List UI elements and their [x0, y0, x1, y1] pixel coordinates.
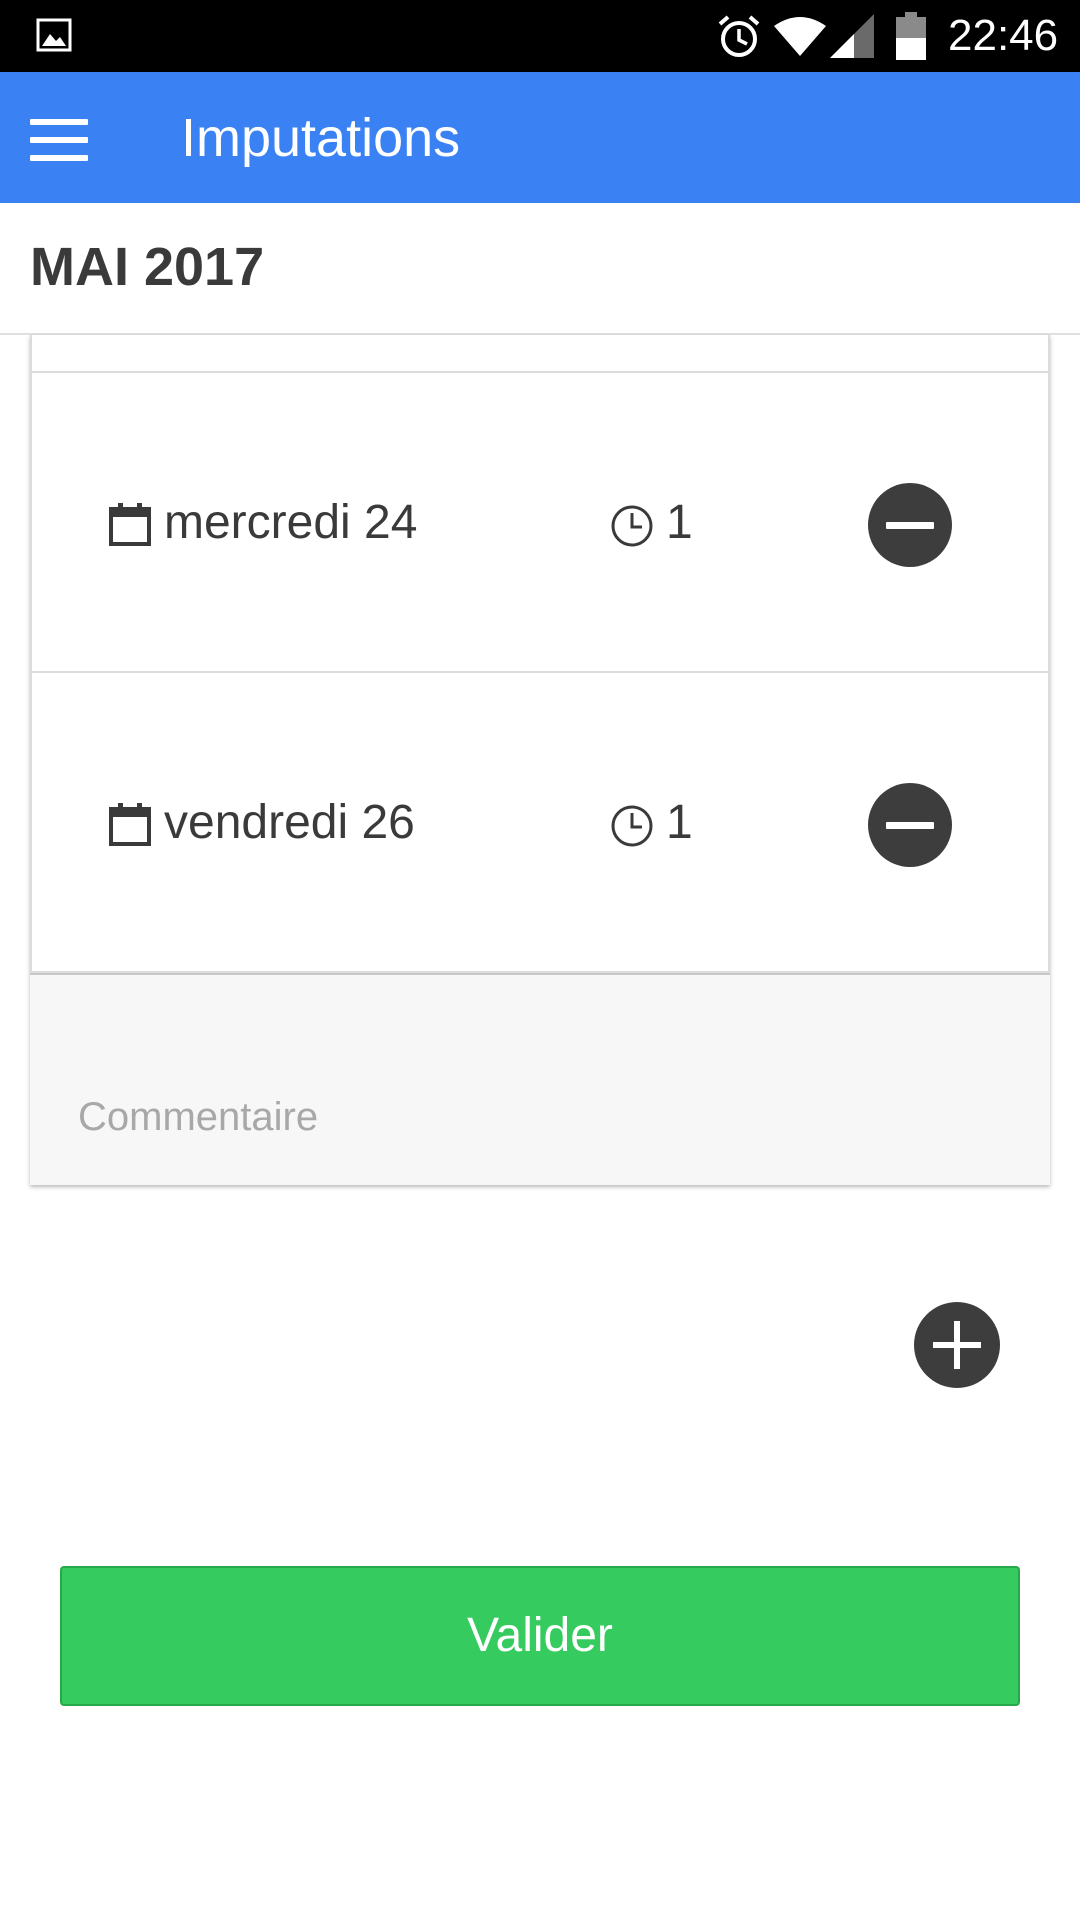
signal-icon	[830, 14, 874, 58]
minus-circle-icon	[886, 822, 934, 829]
entry-day: mercredi 24	[164, 496, 418, 549]
list-item: mercredi 24 1	[30, 373, 1050, 673]
wifi-icon	[774, 17, 826, 56]
alarm-icon	[718, 15, 760, 57]
comment-input[interactable]	[78, 1085, 998, 1149]
status-time: 22:46	[948, 11, 1059, 60]
battery-icon	[896, 12, 926, 60]
imputation-card: mercredi 24 1 vendredi 26 1	[30, 335, 1050, 1185]
month-header: MAI 2017	[0, 203, 1080, 335]
entry-hours: 1	[666, 496, 693, 549]
clock-icon	[611, 805, 653, 847]
remove-entry-button[interactable]	[868, 783, 952, 867]
month-title: MAI 2017	[30, 237, 265, 297]
page-title: Imputations	[181, 108, 461, 168]
comment-area	[30, 973, 1050, 1185]
calendar-icon	[109, 503, 151, 546]
list-item: vendredi 26 1	[30, 673, 1050, 973]
entry-day: vendredi 26	[164, 796, 415, 849]
clock-icon	[611, 505, 653, 547]
minus-circle-icon	[886, 522, 934, 529]
app-bar: Imputations	[0, 72, 1080, 203]
list-item-partial	[30, 335, 1050, 373]
calendar-icon	[109, 803, 151, 846]
status-bar: 22:46	[0, 0, 1080, 72]
validate-button[interactable]: Valider	[60, 1566, 1020, 1706]
gallery-icon	[36, 18, 72, 52]
entry-hours: 1	[666, 796, 693, 849]
hamburger-menu-icon[interactable]	[28, 117, 92, 163]
add-entry-button[interactable]	[914, 1302, 1000, 1388]
remove-entry-button[interactable]	[868, 483, 952, 567]
